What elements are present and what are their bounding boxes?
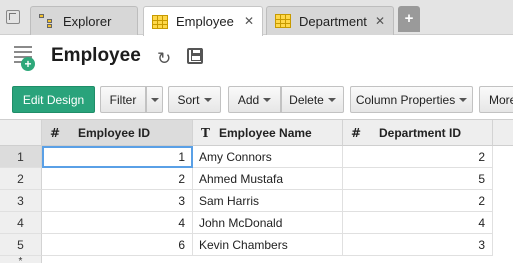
- table-cell[interactable]: Amy Connors: [193, 146, 343, 168]
- chevron-down-icon: [150, 97, 159, 102]
- table-cell[interactable]: Ahmed Mustafa: [193, 168, 343, 190]
- tab-department[interactable]: Department ✕: [266, 6, 394, 35]
- table-cell[interactable]: 2: [343, 190, 493, 212]
- table-cell[interactable]: John McDonald: [193, 212, 343, 234]
- tree-icon: [39, 13, 55, 29]
- table-cell[interactable]: 6: [42, 234, 193, 256]
- table-cell[interactable]: 2: [42, 168, 193, 190]
- add-button[interactable]: Add: [228, 86, 281, 113]
- column-header-label: Department ID: [379, 125, 462, 140]
- row-number[interactable]: 2: [0, 168, 42, 190]
- data-grid: # Employee ID T Employee Name # Departme…: [0, 119, 513, 263]
- sort-label: Sort: [177, 92, 200, 107]
- column-header-employee-id[interactable]: # Employee ID: [42, 120, 193, 146]
- edit-design-label: Edit Design: [22, 92, 85, 107]
- table-cell[interactable]: 1: [42, 146, 193, 168]
- column-properties-button[interactable]: Column Properties: [350, 86, 473, 113]
- refresh-icon[interactable]: ↻: [157, 49, 171, 69]
- tab-label: Explorer: [63, 13, 112, 29]
- grid-corner[interactable]: [0, 120, 42, 146]
- add-label: Add: [237, 92, 260, 107]
- edit-design-button[interactable]: Edit Design: [12, 86, 95, 113]
- sort-button[interactable]: Sort: [168, 86, 221, 113]
- add-tab-button[interactable]: +: [398, 6, 420, 32]
- text-type-icon: T: [201, 125, 210, 140]
- column-header-label: Employee ID: [78, 125, 151, 140]
- tab-label: Department: [299, 13, 367, 29]
- save-icon[interactable]: [187, 48, 203, 64]
- delete-label: Delete: [289, 92, 324, 107]
- restore-window-icon[interactable]: [6, 10, 20, 24]
- add-circle-icon: +: [21, 57, 35, 71]
- table-cell[interactable]: 5: [343, 168, 493, 190]
- delete-button[interactable]: Delete: [281, 86, 344, 113]
- column-header-department-id[interactable]: # Department ID: [343, 120, 493, 146]
- new-row-marker[interactable]: *: [0, 256, 42, 263]
- tab-employee[interactable]: Employee ✕: [143, 6, 263, 36]
- chevron-down-icon: [263, 97, 272, 102]
- close-icon[interactable]: ✕: [244, 14, 254, 28]
- table-cell[interactable]: 4: [42, 212, 193, 234]
- chevron-down-icon: [459, 97, 468, 102]
- number-type-icon: #: [50, 125, 61, 140]
- menu-add-icon[interactable]: +: [12, 44, 36, 72]
- column-header-label: Employee Name: [219, 125, 312, 140]
- tab-explorer[interactable]: Explorer: [30, 6, 138, 35]
- table-cell[interactable]: 4: [343, 212, 493, 234]
- chevron-down-icon: [327, 97, 336, 102]
- number-type-icon: #: [351, 125, 362, 140]
- table-icon: [152, 14, 168, 29]
- table-cell[interactable]: Kevin Chambers: [193, 234, 343, 256]
- tab-label: Employee: [176, 14, 234, 29]
- filter-button[interactable]: Filter: [100, 86, 146, 113]
- row-number[interactable]: 4: [0, 212, 42, 234]
- column-properties-label: Column Properties: [355, 92, 456, 107]
- close-icon[interactable]: ✕: [375, 14, 385, 28]
- table-icon: [275, 14, 291, 28]
- column-header-employee-name[interactable]: T Employee Name: [193, 120, 343, 146]
- tab-bar: Explorer Employee ✕ Department ✕ +: [0, 0, 513, 36]
- page-title: Employee: [51, 45, 141, 66]
- table-cell[interactable]: Sam Harris: [193, 190, 343, 212]
- more-label: More: [489, 92, 513, 107]
- row-number[interactable]: 3: [0, 190, 42, 212]
- filter-dropdown-button[interactable]: [146, 86, 163, 113]
- filter-label: Filter: [109, 92, 137, 107]
- column-header-filler: [493, 120, 513, 146]
- table-cell[interactable]: 3: [42, 190, 193, 212]
- row-number[interactable]: 5: [0, 234, 42, 256]
- table-cell[interactable]: 3: [343, 234, 493, 256]
- chevron-down-icon: [203, 97, 212, 102]
- row-number[interactable]: 1: [0, 146, 42, 168]
- table-cell[interactable]: 2: [343, 146, 493, 168]
- more-button[interactable]: More: [479, 86, 513, 113]
